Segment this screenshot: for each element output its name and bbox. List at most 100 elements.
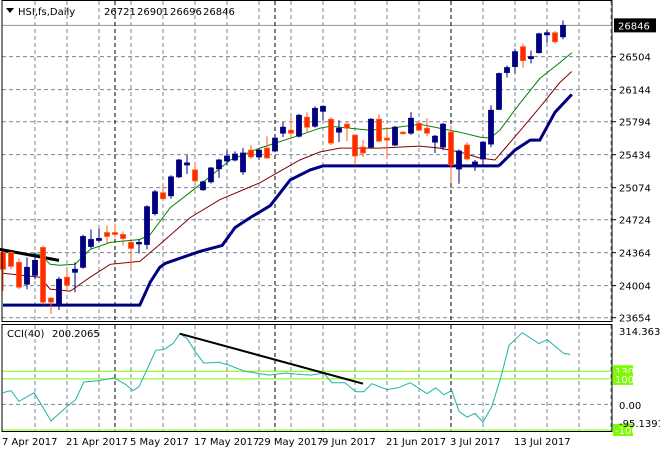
bullish-candle (320, 105, 326, 112)
bearish-candle (112, 232, 118, 235)
price-tick-label: 24724 (619, 216, 651, 227)
bullish-candle (176, 159, 182, 178)
bullish-candle (232, 153, 238, 161)
bearish-candle (248, 149, 254, 158)
bearish-candle (16, 261, 22, 288)
bearish-candle (288, 129, 294, 134)
bullish-candle (560, 24, 566, 38)
bearish-candle (464, 144, 470, 160)
date-tick-label: 21 Jun 2017 (386, 437, 446, 448)
bullish-candle (296, 114, 302, 137)
bullish-candle (240, 152, 246, 173)
cci-line (2, 332, 571, 423)
cci-trendline (179, 332, 364, 385)
low-value: 26696 (170, 7, 202, 18)
bearish-candle (448, 131, 454, 166)
bullish-candle (72, 268, 78, 273)
bullish-candle (96, 238, 102, 241)
high-value: 26901 (137, 7, 169, 18)
price-tick-label: 25434 (619, 151, 651, 162)
price-tick-label: 24004 (619, 282, 651, 293)
bullish-candle (200, 181, 206, 191)
bearish-candle (8, 252, 14, 267)
date-tick-label: 17 May 2017 (194, 437, 259, 448)
bullish-candle (152, 191, 158, 215)
bearish-candle (160, 192, 166, 200)
bearish-candle (400, 131, 406, 135)
bullish-candle (544, 32, 550, 36)
bearish-candle (264, 147, 270, 159)
bullish-candle (440, 123, 446, 148)
price-tick-label: 25794 (619, 118, 651, 129)
bearish-candle (384, 137, 390, 141)
bearish-candle (416, 122, 422, 131)
date-tick-label: 3 Jul 2017 (450, 437, 500, 448)
bullish-candle (312, 107, 318, 127)
grid (2, 1, 612, 431)
triangle-down-icon[interactable] (6, 8, 14, 13)
period-separators (114, 1, 452, 431)
bullish-candle (272, 137, 278, 152)
bullish-candle (480, 141, 486, 160)
date-tick-label: 9 Jun 2017 (322, 437, 376, 448)
symbol-label: HSI,fs,Daily (18, 7, 75, 18)
bullish-candle (432, 135, 438, 143)
price-tick-label: 24364 (619, 249, 651, 260)
cci-indicator (2, 332, 612, 431)
price-tick-label: 23654 (619, 314, 651, 325)
axes: 26504 26144 25794 25434 25074 24724 24364 24004… (2, 18, 660, 448)
bullish-candle (496, 73, 502, 110)
bullish-candle (488, 109, 494, 145)
support-line (3, 93, 573, 307)
cci-zero-label: 0.00 (619, 401, 641, 412)
bullish-candle (184, 162, 190, 166)
price-tick-label: 26504 (619, 53, 651, 64)
bullish-candle (32, 259, 38, 276)
bullish-candle (224, 155, 230, 162)
bearish-candle (192, 169, 198, 182)
close-value: 26846 (203, 7, 235, 18)
bullish-candle (168, 176, 174, 197)
bullish-candle (472, 161, 478, 166)
bullish-candle (80, 236, 86, 268)
bullish-candle (456, 150, 462, 170)
trading-chart-window: 26504 26144 25794 25434 25074 24724 24364 24004… (0, 0, 660, 450)
bullish-candle (504, 67, 510, 73)
bearish-candle (128, 242, 134, 249)
price-tick-label: 26144 (619, 86, 651, 97)
bullish-candle (208, 167, 214, 183)
cci-value: 200.2065 (52, 329, 100, 340)
bullish-candle (24, 266, 30, 285)
bullish-candle (280, 126, 286, 134)
bullish-candle (408, 117, 414, 134)
bullish-candle (392, 126, 398, 146)
bearish-candle (520, 46, 526, 62)
bearish-candle (104, 232, 110, 237)
chart-canvas[interactable]: 26504 26144 25794 25434 25074 24724 24364 24004… (0, 0, 660, 450)
cci-min-label: -95.1391 (619, 419, 660, 430)
bullish-candle (528, 56, 534, 60)
date-tick-label: 5 May 2017 (130, 437, 189, 448)
date-tick-label: 7 Apr 2017 (2, 437, 57, 448)
bearish-candle (352, 134, 358, 157)
bearish-candle (64, 276, 70, 286)
bullish-candle (136, 242, 142, 245)
cci-level-label: 100 (615, 375, 634, 386)
open-value: 26721 (104, 7, 136, 18)
cci-title: CCI(40) (7, 329, 45, 340)
cci-max-label: 314.3633 (619, 327, 660, 338)
date-tick-label: 29 May 2017 (258, 437, 323, 448)
bearish-candle (0, 252, 6, 270)
bearish-candle (120, 234, 126, 239)
current-price-label: 26846 (618, 21, 650, 32)
cci-panel-frame (1, 324, 613, 432)
bullish-candle (56, 278, 62, 307)
bullish-candle (88, 239, 94, 247)
bullish-candle (512, 51, 518, 67)
bullish-candle (336, 127, 342, 133)
bullish-candle (256, 149, 262, 158)
bearish-candle (360, 146, 366, 154)
bullish-candle (216, 159, 222, 170)
bearish-candle (424, 127, 430, 134)
bearish-candle (304, 116, 310, 128)
